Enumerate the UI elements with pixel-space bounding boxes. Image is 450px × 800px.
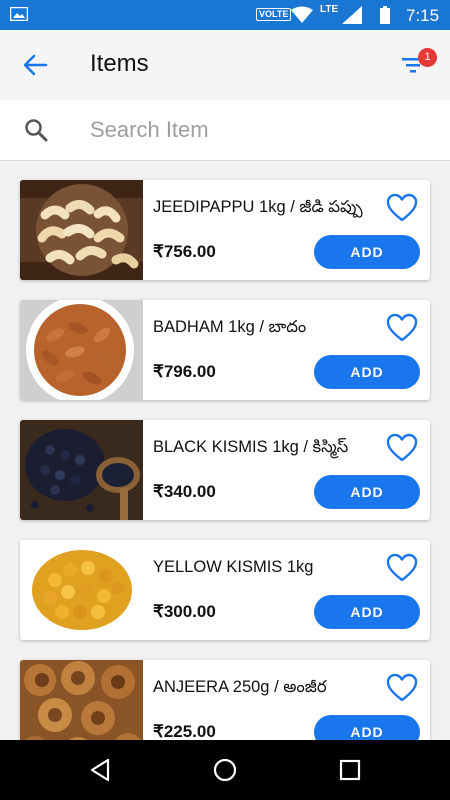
item-name: ANJEERA 250g / అంజీర [153,678,327,696]
battery-icon [380,6,390,24]
search-bar [0,100,450,161]
heart-icon[interactable] [386,673,418,703]
item-name: JEEDIPAPPU 1kg / జీడి పప్పు [153,198,363,216]
item-price: ₹756.00 [153,242,216,261]
heart-icon[interactable] [386,433,418,463]
item-price: ₹225.00 [153,722,216,740]
list-item[interactable]: JEEDIPAPPU 1kg / జీడి పప్పు ₹756.00 ADD [20,180,430,280]
list-item[interactable]: BLACK KISMIS 1kg / కిస్మిస్ ₹340.00 ADD [20,420,430,520]
heart-icon[interactable] [386,553,418,583]
search-input[interactable] [90,114,420,146]
clock: 7:15 [406,6,440,25]
item-price: ₹300.00 [153,602,216,621]
add-button[interactable]: ADD [314,595,420,629]
list-item[interactable]: ANJEERA 250g / అంజీర ₹225.00 ADD [20,660,430,740]
recents-square-icon[interactable] [338,758,362,782]
item-price: ₹340.00 [153,482,216,501]
item-name: BLACK KISMIS 1kg / కిస్మిస్ [153,438,349,456]
item-price: ₹796.00 [153,362,216,381]
app-bar: Items 1 [0,30,450,100]
black-raisins-image [20,420,143,520]
item-name: YELLOW KISMIS 1kg [153,558,314,576]
signal-icon [342,6,362,24]
network-type: LTE [320,4,339,15]
heart-icon[interactable] [386,193,418,223]
item-list: JEEDIPAPPU 1kg / జీడి పప్పు ₹756.00 ADD … [0,162,450,740]
list-item[interactable]: BADHAM 1kg / బాదం ₹796.00 ADD [20,300,430,400]
wifi-icon [291,6,313,23]
list-item[interactable]: YELLOW KISMIS 1kg ₹300.00 ADD [20,540,430,640]
add-button[interactable]: ADD [314,715,420,740]
add-button[interactable]: ADD [314,235,420,269]
heart-icon[interactable] [386,313,418,343]
status-bar: VOLTE LTE 7:15 [0,0,450,30]
cashews-image [20,180,143,280]
item-name: BADHAM 1kg / బాదం [153,318,307,336]
figs-image [20,660,143,740]
volte-indicator: VOLTE [256,8,292,21]
image-icon [10,7,28,21]
home-circle-icon[interactable] [213,758,237,782]
system-nav-bar [0,740,450,800]
almonds-image [20,300,143,400]
add-button[interactable]: ADD [314,475,420,509]
back-triangle-icon[interactable] [88,758,112,782]
page-title: Items [90,50,149,77]
filter-badge: 1 [418,48,437,67]
yellow-raisins-image [20,540,143,640]
add-button[interactable]: ADD [314,355,420,389]
back-arrow-icon[interactable] [22,52,48,78]
search-icon [25,119,48,142]
